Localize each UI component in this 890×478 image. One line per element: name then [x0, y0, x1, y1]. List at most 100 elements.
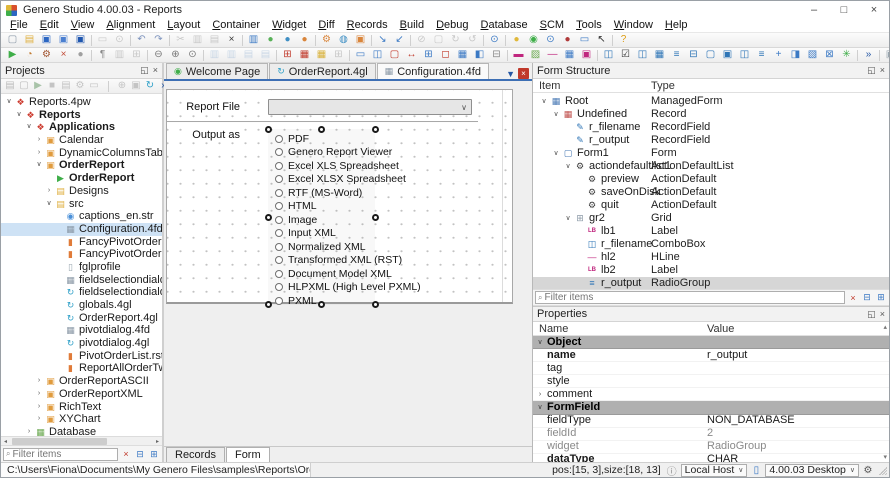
overflow-button[interactable]: » [860, 48, 877, 62]
refresh-button[interactable]: ↻ [143, 79, 157, 93]
close-panel-icon[interactable]: × [153, 65, 158, 76]
selection-handle[interactable] [372, 214, 379, 221]
expander-icon[interactable]: › [34, 134, 44, 147]
form-structure-row[interactable]: ⚙ preview ActionDefault [533, 173, 889, 186]
selection-handle[interactable] [372, 126, 379, 133]
menu-item[interactable]: Database [475, 19, 534, 32]
menu-item[interactable]: Tools [570, 19, 608, 32]
property-row[interactable]: ∨ FormField [533, 401, 889, 415]
expander-icon[interactable]: ∨ [34, 159, 44, 172]
open-folder-button[interactable]: ▤ [59, 79, 73, 93]
radio-option[interactable]: RTF (MS-Word) [268, 186, 375, 200]
form-structure-row[interactable]: ≡ r_output RadioGroup [533, 277, 889, 289]
radio-button-icon[interactable] [275, 188, 283, 197]
project-tree-row[interactable]: ∨ ▤ src [1, 198, 162, 211]
project-tree-row[interactable]: › ▣ DynamicColumnsTable [1, 147, 162, 160]
radio-option[interactable]: HTML [268, 200, 375, 214]
radio-button-icon[interactable] [275, 161, 283, 170]
radio-button-icon[interactable] [275, 148, 283, 157]
project-tree-row[interactable]: › ▣ XYChart [1, 413, 162, 426]
form-structure-row[interactable]: ◫ r_filename ComboBox [533, 238, 889, 251]
find-button[interactable]: ⊙ [486, 33, 503, 47]
float-panel-icon[interactable]: ◱ [867, 65, 876, 76]
property-row[interactable]: dataType CHAR [533, 453, 889, 462]
project-tree-row[interactable]: ◉ captions_en.str [1, 210, 162, 223]
widget-checkbox-button[interactable]: ☑ [617, 48, 634, 62]
selection-handle[interactable] [318, 126, 325, 133]
property-row[interactable]: fieldType NON_DATABASE [533, 414, 889, 428]
build-project-button[interactable]: ▤ [3, 79, 17, 93]
property-row[interactable]: fieldId 2 [533, 427, 889, 441]
widget-tree-button[interactable]: ≡ [668, 48, 685, 62]
property-row[interactable]: › comment [533, 388, 889, 402]
container-page-button[interactable]: ⊟ [488, 48, 505, 62]
expander-icon[interactable]: ∨ [563, 160, 573, 173]
host-selector[interactable]: Local Host ∨ [680, 463, 748, 477]
selection-handle[interactable] [265, 126, 272, 133]
users-button[interactable]: ● [559, 33, 576, 47]
check-source-button[interactable]: ● [262, 33, 279, 47]
form-structure-row[interactable]: ⚙ quit ActionDefault [533, 199, 889, 212]
property-value[interactable]: r_output [707, 349, 747, 362]
container-folder-button[interactable]: ◧ [471, 48, 488, 62]
grid-select-button[interactable]: ⊞ [330, 48, 347, 62]
project-tree-row[interactable]: ▦ Configuration.4fd [1, 222, 162, 236]
print-preview-button[interactable]: ⊙ [111, 33, 128, 47]
widget-form-button[interactable]: ▦ [561, 48, 578, 62]
help-button[interactable]: ? [615, 33, 632, 47]
property-row[interactable]: name r_output [533, 349, 889, 363]
container-grid-button[interactable]: ⊞ [420, 48, 437, 62]
selection-handle[interactable] [265, 301, 272, 308]
selection-handle[interactable] [372, 301, 379, 308]
scrollbar-thumb[interactable] [12, 437, 107, 445]
close-button[interactable]: × [859, 1, 889, 19]
run-button[interactable]: ▶ [4, 48, 21, 62]
scroll-down-icon[interactable]: ▾ [883, 453, 887, 461]
menu-item[interactable]: Layout [161, 19, 206, 32]
widget-combobox-button[interactable]: ◫ [634, 48, 651, 62]
print-project-button[interactable]: ▭ [87, 79, 101, 93]
selection-handle[interactable] [265, 214, 272, 221]
remote-button[interactable]: ◍ [335, 33, 352, 47]
radio-button-icon[interactable] [275, 283, 283, 292]
radio-button-icon[interactable] [275, 175, 283, 184]
form-structure-row[interactable]: — hl2 HLine [533, 251, 889, 264]
hline-widget[interactable] [167, 121, 478, 123]
project-tree-row[interactable]: › ▣ OrderReportXML [1, 388, 162, 401]
kill-button[interactable]: × [55, 48, 72, 62]
project-tree-row[interactable]: ▶ OrderReport [1, 172, 162, 185]
widget-chart-button[interactable]: ✳ [838, 48, 855, 62]
filter-clear-icon[interactable]: × [847, 293, 859, 303]
radio-option[interactable]: Input XML [268, 227, 375, 241]
radio-button-icon[interactable] [275, 242, 283, 251]
save-button[interactable]: ▣ [38, 33, 55, 47]
undo-button[interactable]: ↶ [133, 33, 150, 47]
selection-handle[interactable] [318, 301, 325, 308]
project-settings-button[interactable]: ⚙ [73, 79, 87, 93]
menu-item[interactable]: Container [206, 19, 266, 32]
expander-icon[interactable]: › [34, 413, 44, 426]
paragraph-button[interactable]: ¶ [94, 48, 111, 62]
update-button[interactable]: ↻ [447, 33, 464, 47]
menu-item[interactable]: File [4, 19, 34, 32]
expander-icon[interactable]: ∨ [533, 401, 547, 414]
widget-lb-button[interactable]: ▣ [578, 48, 595, 62]
form-structure-row[interactable]: ∨ ▦ Undefined Record [533, 108, 889, 121]
form-structure-row[interactable]: ⚙ saveOnDisk ActionDefault [533, 186, 889, 199]
property-row[interactable]: tag [533, 362, 889, 376]
close-panel-icon[interactable]: × [880, 309, 885, 320]
collapse-all-icon[interactable]: ⊟ [134, 449, 146, 460]
expander-icon[interactable]: ∨ [14, 109, 24, 122]
menu-item[interactable]: Edit [34, 19, 65, 32]
expander-icon[interactable]: › [24, 426, 34, 436]
projects-filter-input[interactable] [12, 448, 115, 460]
expander-icon[interactable]: › [34, 388, 44, 401]
project-tree-row[interactable]: ▮ FancyPivotOrderListS [1, 248, 162, 261]
form-structure-row[interactable]: ∨ ⊞ gr2 Grid [533, 212, 889, 225]
radio-option[interactable]: Image [268, 213, 375, 227]
project-tree-row[interactable]: › ▣ RichText [1, 401, 162, 414]
menu-item[interactable]: View [65, 19, 101, 32]
delete-button[interactable]: × [223, 33, 240, 47]
show-grid-button[interactable]: ⊞ [128, 48, 145, 62]
widget-textedit-button[interactable]: ▢ [702, 48, 719, 62]
